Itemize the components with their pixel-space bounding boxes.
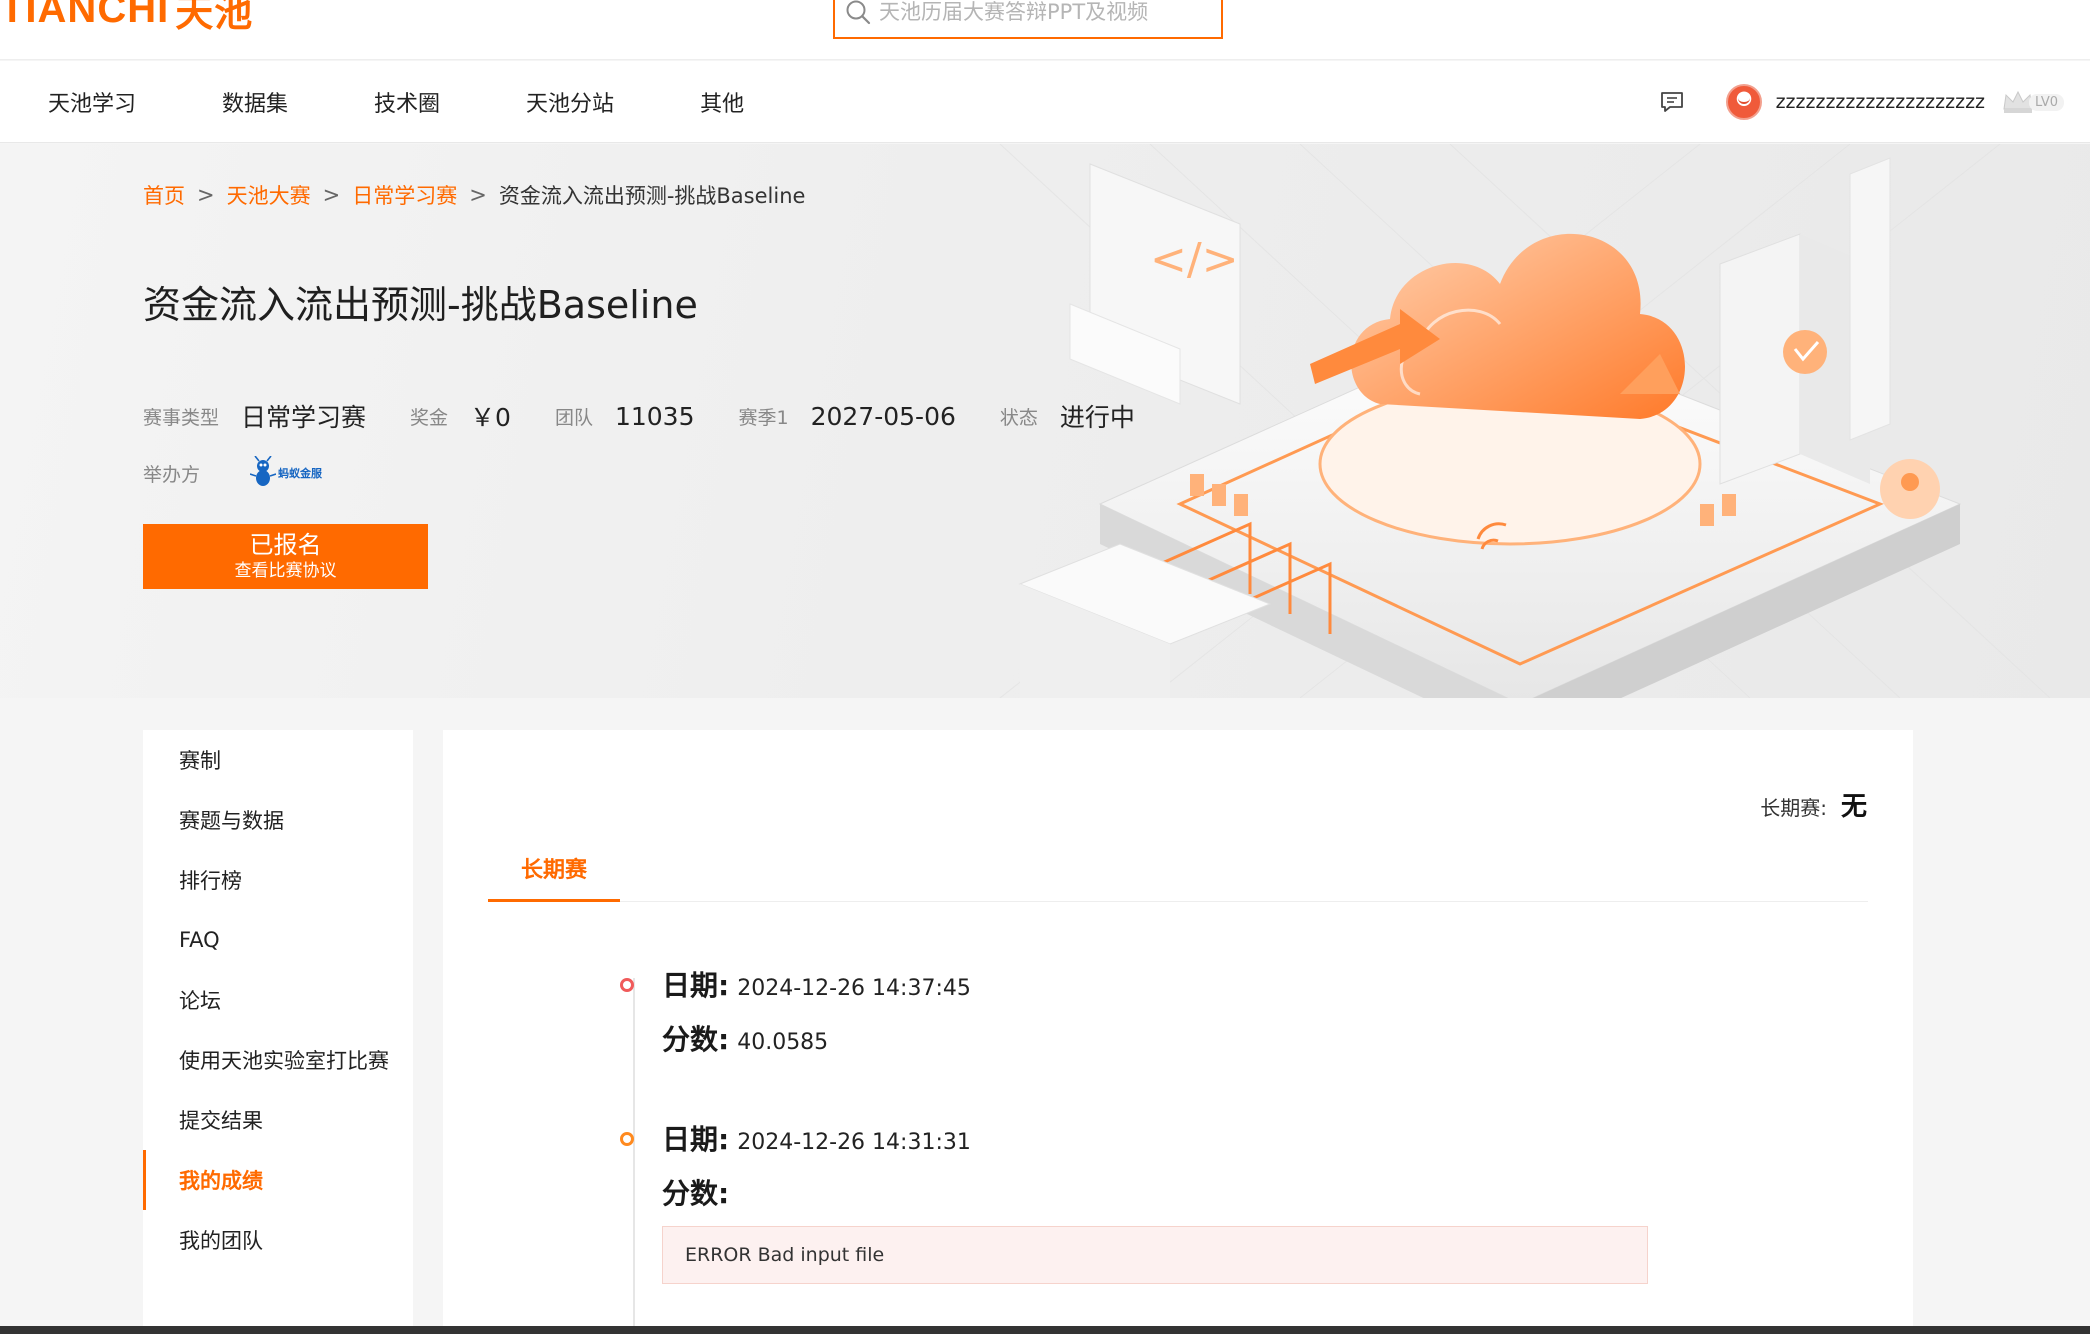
entry-score-row: 分数: 40.0585 [662, 1018, 828, 1058]
long-term-value: 无 [1840, 792, 1867, 822]
score-tabs: 长期赛 [488, 836, 1868, 902]
search-box[interactable] [833, 0, 1223, 39]
entry-date-row: 日期: 2024-12-26 14:37:45 [662, 964, 971, 1004]
organizer-label: 举办方 [143, 463, 201, 486]
scores-panel: 长期赛: 无 长期赛 日期: 2024-12-26 14:37:45 分数: 4… [443, 730, 1913, 1334]
sidebar-item-rules[interactable]: 赛制 [143, 730, 413, 790]
breadcrumb-current: 资金流入流出预测-挑战Baseline [498, 184, 806, 208]
long-term-label: 长期赛: [1760, 796, 1827, 820]
svg-text:</>: </> [1150, 234, 1239, 285]
avatar[interactable] [1725, 84, 1762, 120]
sidebar-item-problem-data[interactable]: 赛题与数据 [143, 790, 413, 850]
meta-label-teams: 团队 [554, 406, 593, 429]
user-area: zzzzzzzzzzzzzzzzzzzzz LV0 [1658, 61, 2064, 143]
score-key: 分数: [662, 1177, 730, 1210]
breadcrumb-home[interactable]: 首页 [143, 180, 185, 210]
page-title: 资金流入流出预测-挑战Baseline [143, 283, 698, 327]
meta-label-status: 状态 [999, 406, 1038, 429]
organizer-logo[interactable]: 蚂蚁金服 [250, 456, 322, 490]
sidebar-item-faq[interactable]: FAQ [143, 910, 413, 970]
nav-item-learn[interactable]: 天池学习 [34, 78, 150, 126]
breadcrumb-separator: > [322, 183, 341, 207]
nav-item-substations[interactable]: 天池分站 [512, 78, 628, 126]
breadcrumb-separator: > [469, 183, 487, 207]
ant-icon [250, 456, 277, 486]
meta-label-type: 赛事类型 [143, 406, 220, 429]
organizer-row: 举办方 蚂蚁金服 [143, 456, 322, 490]
entry-score-row: 分数: [662, 1172, 737, 1212]
registered-label: 已报名 [249, 531, 322, 559]
meta-value-teams: 11035 [614, 401, 695, 431]
tab-long-term[interactable]: 长期赛 [488, 836, 620, 902]
long-term-info: 长期赛: 无 [1760, 786, 1867, 823]
message-icon[interactable] [1658, 88, 1686, 116]
sidebar-item-submit[interactable]: 提交结果 [143, 1090, 413, 1150]
meta-value-season: 2027-05-06 [810, 401, 956, 431]
sidebar-item-my-scores[interactable]: 我的成绩 [143, 1150, 413, 1210]
level-badge: LV0 [2029, 93, 2064, 111]
main-nav: 天池学习 数据集 技术圈 天池分站 其他 zzzzzzzzzzzzzzzzzzz… [0, 61, 2090, 143]
bottom-scrollbar[interactable] [0, 1326, 2090, 1334]
date-value: 2024-12-26 14:31:31 [737, 1130, 971, 1155]
logo-cn-text: 天池 [175, 0, 254, 35]
organizer-logo-text: 蚂蚁金服 [278, 467, 323, 480]
view-agreement-label: 查看比赛协议 [234, 560, 337, 580]
sidebar-item-forum[interactable]: 论坛 [143, 970, 413, 1030]
meta-value-prize: ￥0 [470, 403, 511, 432]
entry-date-row: 日期: 2024-12-26 14:31:31 [662, 1118, 971, 1158]
sidebar-item-lab[interactable]: 使用天池实验室打比赛 [143, 1030, 413, 1090]
sidebar-item-my-team[interactable]: 我的团队 [143, 1210, 413, 1270]
score-key: 分数: [662, 1023, 730, 1056]
level-indicator: LV0 [2001, 89, 2064, 115]
nav-item-datasets[interactable]: 数据集 [208, 78, 302, 126]
competition-meta: 赛事类型 日常学习赛 奖金 ￥0 团队 11035 赛季1 2027-05-06… [143, 398, 1179, 434]
registered-button[interactable]: 已报名 查看比赛协议 [143, 524, 428, 589]
search-input[interactable] [879, 0, 1199, 24]
date-value: 2024-12-26 14:37:45 [737, 976, 971, 1001]
search-icon [846, 0, 871, 24]
meta-label-prize: 奖金 [410, 406, 449, 429]
competition-banner: </> 首页 > 天池大赛 > 日常学习赛 > 资金流入流出预测-挑战Basel… [0, 144, 2090, 698]
timeline-dot [620, 978, 634, 992]
username[interactable]: zzzzzzzzzzzzzzzzzzzzz [1776, 91, 1985, 113]
top-bar: TIANCHI 天池 [0, 0, 2090, 60]
meta-value-type: 日常学习赛 [241, 403, 367, 432]
meta-value-status: 进行中 [1059, 403, 1135, 432]
breadcrumb-separator: > [197, 183, 215, 207]
nav-item-tech-circle[interactable]: 技术圈 [360, 78, 454, 126]
sidebar-item-leaderboard[interactable]: 排行榜 [143, 850, 413, 910]
date-key: 日期: [662, 969, 730, 1002]
score-value: 40.0585 [737, 1030, 829, 1055]
meta-label-season: 赛季1 [738, 406, 789, 429]
nav-item-other[interactable]: 其他 [686, 78, 758, 126]
date-key: 日期: [662, 1123, 730, 1156]
breadcrumb-competitions[interactable]: 天池大赛 [227, 180, 311, 210]
breadcrumb-daily-learning[interactable]: 日常学习赛 [352, 180, 457, 210]
timeline-dot [620, 1132, 634, 1146]
competition-sidebar: 赛制 赛题与数据 排行榜 FAQ 论坛 使用天池实验室打比赛 提交结果 我的成绩… [143, 730, 413, 1334]
timeline-line [633, 978, 635, 1334]
nav-items: 天池学习 数据集 技术圈 天池分站 其他 [34, 61, 816, 143]
logo-text: TIANCHI [0, 0, 170, 31]
tianchi-logo[interactable]: TIANCHI 天池 [0, 0, 253, 35]
error-message: ERROR Bad input file [662, 1226, 1648, 1284]
breadcrumb: 首页 > 天池大赛 > 日常学习赛 > 资金流入流出预测-挑战Baseline [143, 180, 805, 210]
